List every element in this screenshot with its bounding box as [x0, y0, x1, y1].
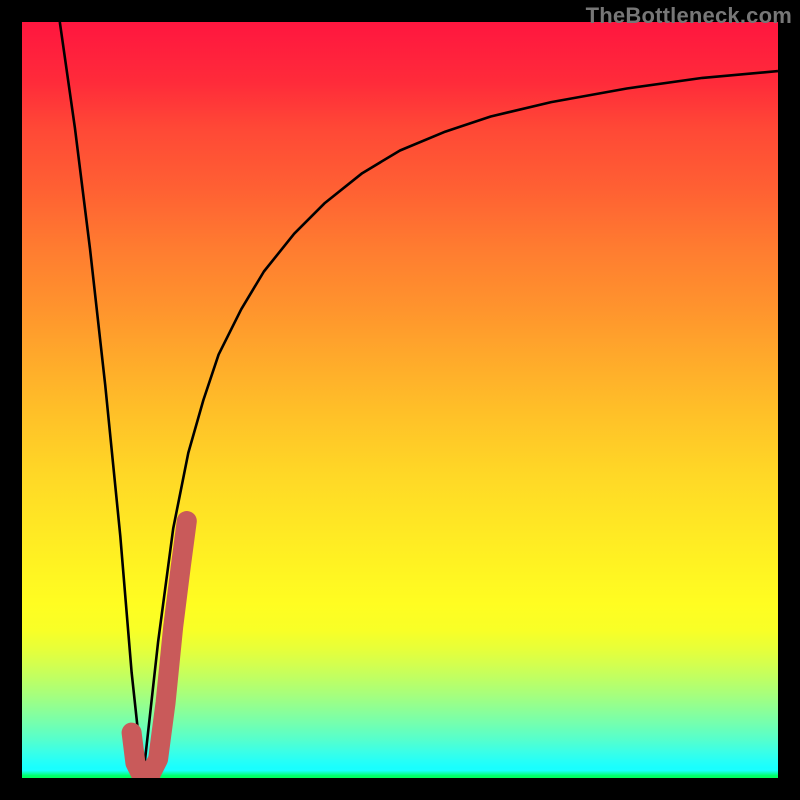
- highlight-j: [132, 521, 187, 778]
- curve-layer: [22, 22, 778, 778]
- plot-area: [22, 22, 778, 778]
- chart-container: TheBottleneck.com: [0, 0, 800, 800]
- credit-text: TheBottleneck.com: [586, 3, 792, 29]
